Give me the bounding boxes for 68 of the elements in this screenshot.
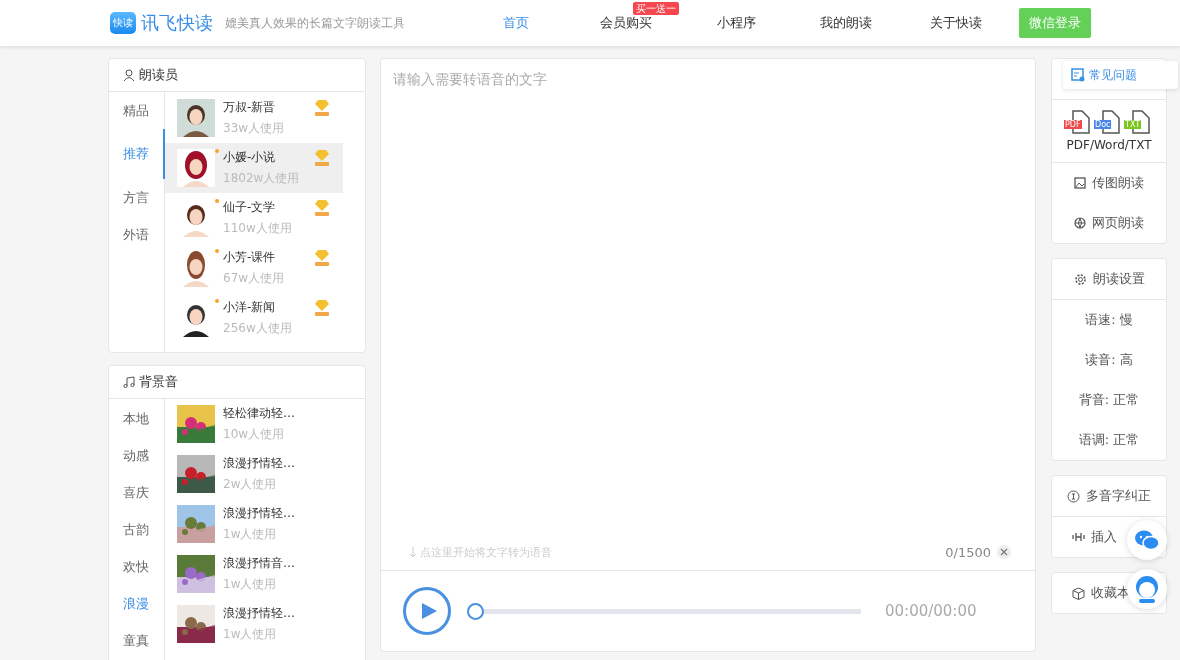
category-tab[interactable]: 喜庆 [109, 474, 165, 511]
nav-link[interactable]: 首页 [503, 14, 529, 32]
char-count: 0/1500 [945, 544, 991, 560]
setting-option[interactable]: 读音: 高 [1052, 340, 1166, 380]
track-title: 轻松律动轻… [223, 405, 295, 422]
voice-name: 仙子-文学 [223, 199, 277, 216]
nav-link[interactable]: 我的朗读 [820, 14, 872, 32]
text-input[interactable]: 请输入需要转语音的文字 [380, 58, 1036, 540]
play-time: 00:00/00:00 [885, 602, 977, 620]
image-icon [1074, 177, 1086, 189]
app-logo: 快读 [110, 12, 136, 34]
voice-name: 小媛-小说 [223, 149, 277, 166]
track-title: 浪漫抒情轻… [223, 505, 295, 522]
voice-name: 小洋-新闻 [223, 299, 277, 316]
promo-badge: 买一送一 [633, 2, 679, 15]
category-tab[interactable]: 古韵 [109, 511, 165, 548]
settings-icon [1073, 272, 1087, 286]
usage-count: 1w人使用 [223, 626, 278, 643]
nav-link[interactable]: 关于快读 [930, 14, 982, 32]
faq-button[interactable]: 常见问题 [1063, 61, 1178, 89]
usage-count: 67w人使用 [223, 270, 285, 287]
tool-button[interactable]: 网页朗读 [1052, 203, 1166, 243]
category-tab[interactable]: 本地 [109, 400, 165, 437]
category-tab[interactable]: 欢快 [109, 548, 165, 585]
play-icon [419, 602, 438, 620]
setting-option[interactable]: 语调: 正常 [1052, 420, 1166, 460]
usage-count: 1w人使用 [223, 526, 278, 543]
person-icon [123, 69, 135, 81]
nav-link[interactable]: 小程序 [716, 14, 756, 32]
usage-count: 2w人使用 [223, 476, 278, 493]
panel-title: 朗读设置 [1092, 270, 1145, 288]
category-tab[interactable]: 动感 [109, 437, 165, 474]
brand-name: 讯飞快读 [141, 11, 213, 35]
arrow-down-icon [409, 546, 417, 558]
track-title: 浪漫抒情轻… [223, 455, 295, 472]
nav-link[interactable]: 会员购买 [600, 14, 652, 32]
upload-formats[interactable]: PDF/Word/TXT [1066, 134, 1152, 162]
box-icon [1072, 586, 1085, 600]
track-title: 浪漫抒情音… [223, 555, 295, 572]
play-button[interactable] [403, 587, 451, 635]
tool-button[interactable]: 传图朗读 [1052, 163, 1166, 203]
usage-count: 33w人使用 [223, 120, 285, 137]
voice-name: 万叔-新晋 [223, 99, 277, 116]
music-note-icon [123, 376, 135, 388]
globe-icon [1074, 217, 1086, 229]
usage-count: 10w人使用 [223, 426, 286, 443]
panel-title: 朗读员 [139, 66, 178, 84]
category-tab[interactable]: 方言 [109, 179, 165, 216]
slogan: 媲美真人效果的长篇文字朗读工具 [225, 14, 406, 32]
setting-option[interactable]: 背音: 正常 [1052, 380, 1166, 420]
category-tab[interactable]: 浪漫 [109, 585, 165, 622]
usage-count: 256w人使用 [223, 320, 292, 337]
clear-button[interactable] [997, 545, 1011, 559]
tool-button[interactable]: 多音字纠正 [1052, 476, 1166, 516]
setting-option[interactable]: 语速: 慢 [1052, 300, 1166, 340]
panel-title: 背景音 [139, 373, 178, 391]
progress-thumb[interactable] [467, 602, 484, 620]
usage-count: 110w人使用 [223, 220, 292, 237]
pause-insert-icon [1072, 531, 1085, 543]
usage-count: 1w人使用 [223, 576, 278, 593]
voice-name: 小芳-课件 [223, 249, 277, 266]
track-title: 浪漫抒情轻… [223, 605, 295, 622]
coin-icon [1067, 489, 1080, 503]
category-tab[interactable]: 外语 [109, 216, 165, 253]
faq-icon [1071, 68, 1085, 82]
category-tab[interactable]: 童真 [109, 622, 165, 659]
tool-button[interactable]: 插入 [1072, 523, 1117, 551]
category-tab[interactable]: 精品 [109, 92, 165, 129]
